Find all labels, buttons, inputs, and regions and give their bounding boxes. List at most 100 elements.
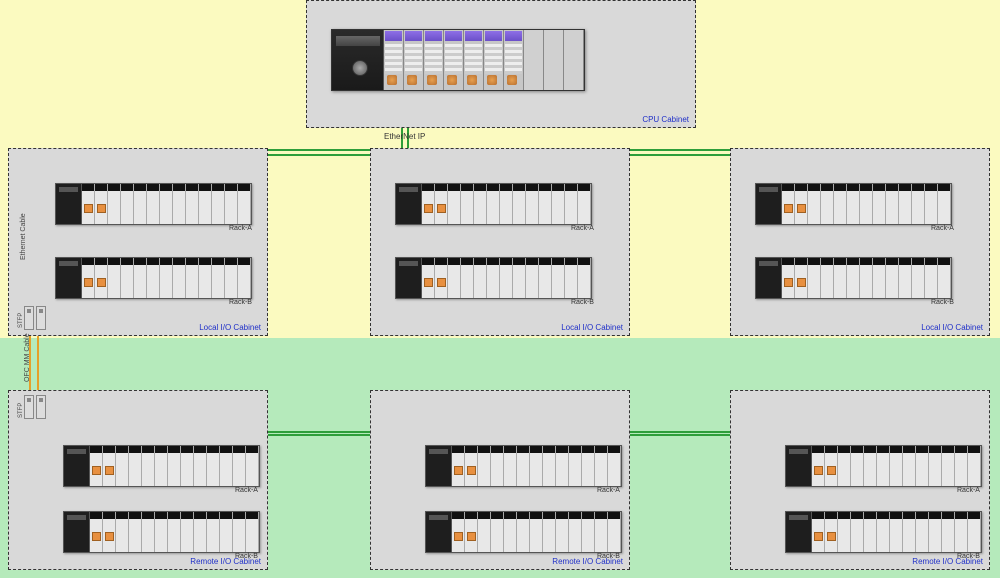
io-rack-b (395, 257, 592, 299)
io-slot (873, 184, 886, 224)
io-slot (173, 258, 186, 298)
io-slot (539, 184, 552, 224)
io-slot-enet (825, 446, 838, 486)
io-slot (238, 258, 251, 298)
io-slot (212, 184, 225, 224)
cabinet-local-io-1: Rack-A Rack-B Local I/O Cabinet (8, 148, 268, 336)
io-rack-b (425, 511, 622, 553)
io-slot (526, 184, 539, 224)
io-slot (912, 258, 925, 298)
io-slot (207, 512, 220, 552)
stfp-lower-box-2 (36, 395, 46, 419)
io-slot-enet (465, 446, 478, 486)
cpu-slot (404, 30, 424, 90)
io-slot-enet (422, 184, 435, 224)
rack-a-label: Rack-A (235, 487, 258, 494)
stfp-upper-box-2 (36, 306, 46, 330)
io-power-supply (426, 446, 452, 486)
stfp-upper-box-1 (24, 306, 34, 330)
io-slot-enet (95, 184, 108, 224)
io-slot-enet (812, 446, 825, 486)
io-slot (233, 512, 246, 552)
io-slot (121, 184, 134, 224)
io-slot (903, 512, 916, 552)
io-slot (582, 512, 595, 552)
io-slot-enet (452, 446, 465, 486)
io-slot (543, 512, 556, 552)
io-slot (834, 184, 847, 224)
io-slot (199, 184, 212, 224)
io-slot (877, 512, 890, 552)
io-slot (595, 512, 608, 552)
io-slot (238, 184, 251, 224)
rack-a-label: Rack-A (597, 487, 620, 494)
cpu-slot-empty (564, 30, 584, 90)
io-slot (147, 184, 160, 224)
io-slot (233, 446, 246, 486)
io-slot-enet (103, 512, 116, 552)
io-rack-b (785, 511, 982, 553)
io-power-supply (396, 258, 422, 298)
io-slot-enet (812, 512, 825, 552)
io-slot (474, 258, 487, 298)
io-slot (129, 446, 142, 486)
io-slot (890, 512, 903, 552)
io-slot (899, 258, 912, 298)
io-power-supply (64, 512, 90, 552)
cabinet-remote-io-3: Rack-A Rack-B Remote I/O Cabinet (730, 390, 990, 570)
io-slot-enet (825, 512, 838, 552)
io-slot (134, 258, 147, 298)
io-slot (207, 446, 220, 486)
io-slot (916, 512, 929, 552)
io-slot (147, 258, 160, 298)
io-slot (194, 446, 207, 486)
cabinet-remote-io-1: Rack-A Rack-B Remote I/O Cabinet (8, 390, 268, 570)
io-power-supply (756, 258, 782, 298)
io-power-supply (426, 512, 452, 552)
io-slot-enet (465, 512, 478, 552)
stfp-lower-label: STFP (18, 403, 24, 418)
io-slot (160, 258, 173, 298)
rack-a-label: Rack-A (571, 225, 594, 232)
io-slot (530, 446, 543, 486)
io-slot (246, 512, 259, 552)
io-slot (194, 512, 207, 552)
io-slot (500, 258, 513, 298)
io-slot (129, 512, 142, 552)
io-slot (530, 512, 543, 552)
io-slot (155, 446, 168, 486)
io-slot (478, 446, 491, 486)
cabinet-cpu-label: CPU Cabinet (642, 115, 689, 124)
cpu-slot (464, 30, 484, 90)
io-slot (886, 184, 899, 224)
io-slot-enet (782, 258, 795, 298)
io-slot (955, 446, 968, 486)
io-slot (565, 258, 578, 298)
io-slot (517, 512, 530, 552)
io-slot-enet (782, 184, 795, 224)
io-slot (134, 184, 147, 224)
io-slot (186, 258, 199, 298)
ethernet-cable-label: Ethernet Cable (20, 213, 27, 260)
cabinet-cpu: CPU Cabinet (306, 0, 696, 128)
io-slot-enet (795, 184, 808, 224)
io-slot (968, 512, 981, 552)
io-slot-enet (95, 258, 108, 298)
io-slot (556, 446, 569, 486)
io-slot (448, 258, 461, 298)
io-slot (504, 446, 517, 486)
cabinet-remote-label: Remote I/O Cabinet (190, 557, 261, 566)
io-slot (808, 184, 821, 224)
io-power-supply (396, 184, 422, 224)
io-slot (942, 512, 955, 552)
rack-a-label: Rack-A (957, 487, 980, 494)
io-slot (199, 258, 212, 298)
io-slot-enet (422, 258, 435, 298)
io-slot (448, 184, 461, 224)
io-rack-b (63, 511, 260, 553)
io-slot (821, 258, 834, 298)
io-rack-a (55, 183, 252, 225)
io-power-supply (64, 446, 90, 486)
cabinet-local-label: Local I/O Cabinet (199, 323, 261, 332)
io-slot (925, 184, 938, 224)
